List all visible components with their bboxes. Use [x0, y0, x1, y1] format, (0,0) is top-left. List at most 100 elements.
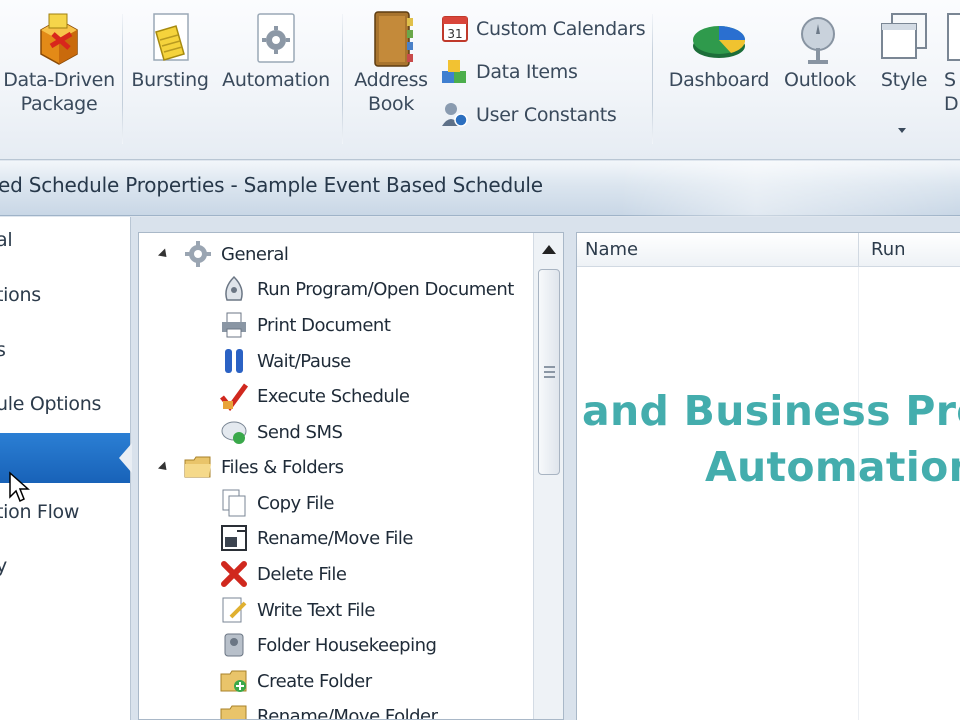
- nav-item-execution-flow[interactable]: tion Flow: [0, 501, 79, 523]
- printer-icon: [219, 310, 249, 340]
- tree-item-wait-pause[interactable]: Wait/Pause: [219, 346, 351, 376]
- tree-item-create-folder[interactable]: Create Folder: [219, 666, 372, 696]
- user-constants-icon: [440, 100, 470, 130]
- create-folder-icon: [219, 666, 249, 696]
- overlay-caption-line-2: Automation: [705, 443, 960, 491]
- pie-chart-icon: [691, 10, 747, 68]
- tree-item-label: Send SMS: [257, 421, 343, 443]
- window-title-bar: ed Schedule Properties - Sample Event Ba…: [0, 161, 960, 216]
- custom-calendars-label: Custom Calendars: [476, 18, 646, 40]
- nav-item-options[interactable]: tions: [0, 284, 41, 306]
- run-program-icon: [219, 274, 249, 304]
- scroll-up-arrow-icon[interactable]: [542, 245, 556, 254]
- style-label: Style: [880, 69, 928, 91]
- tree-item-label: Wait/Pause: [257, 350, 351, 372]
- tree-item-copy-file[interactable]: Copy File: [219, 488, 335, 518]
- tree-item-write-text-file[interactable]: Write Text File: [219, 595, 376, 625]
- automation-button[interactable]: Automation: [220, 10, 332, 92]
- data-items-label: Data Items: [476, 61, 578, 83]
- nav-item-history[interactable]: y: [0, 555, 7, 577]
- grip-line: [544, 376, 555, 378]
- tree-group-files-folders[interactable]: Files & Folders: [157, 452, 344, 482]
- tree-item-label: Print Document: [257, 314, 391, 336]
- expand-arrow-icon[interactable]: [157, 460, 171, 474]
- tree-group-label: Files & Folders: [221, 456, 344, 478]
- tree-item-label: Write Text File: [257, 599, 376, 621]
- partial-ribbon-button[interactable]: S D: [944, 10, 960, 116]
- dashboard-button[interactable]: Dashboard: [664, 10, 774, 92]
- tree-item-send-sms[interactable]: Send SMS: [219, 417, 343, 447]
- ribbon-separator: [652, 14, 653, 144]
- package-box-icon: [31, 10, 87, 68]
- bursting-label: Bursting: [131, 69, 209, 91]
- custom-calendars-button[interactable]: 31 Custom Calendars: [440, 14, 646, 44]
- write-file-icon: [219, 595, 249, 625]
- delete-x-icon: [219, 559, 249, 589]
- tree-item-label: Copy File: [257, 492, 335, 514]
- tree-item-label: Rename/Move File: [257, 527, 414, 549]
- address-book-button[interactable]: Address Book: [350, 10, 432, 116]
- outlook-button[interactable]: Outlook: [780, 10, 860, 92]
- housekeeping-icon: [219, 630, 249, 660]
- ribbon-toolbar: Data-Driven Package Bursting Automation …: [0, 0, 960, 160]
- column-header-run[interactable]: Run: [871, 239, 906, 260]
- tree-item-label: Execute Schedule: [257, 385, 410, 407]
- tree-item-label: Create Folder: [257, 670, 372, 692]
- ribbon-separator: [342, 14, 343, 144]
- grip-line: [544, 366, 555, 368]
- properties-body: al tions s ule Options tion Flow y: [0, 217, 960, 720]
- tree-item-rename-move-file[interactable]: Rename/Move File: [219, 523, 414, 553]
- nav-pointer-icon: [119, 443, 132, 473]
- task-tree: General Run Program/Open Document Print …: [138, 232, 564, 720]
- tree-item-label: Delete File: [257, 563, 347, 585]
- tree-group-general[interactable]: General: [157, 239, 289, 269]
- outlook-label: Outlook: [784, 69, 856, 91]
- style-dropdown-button[interactable]: Style: [868, 10, 940, 92]
- scrollbar-thumb[interactable]: [538, 269, 560, 475]
- tree-item-label: Run Program/Open Document: [257, 278, 514, 300]
- tree-item-print-document[interactable]: Print Document: [219, 310, 391, 340]
- overlay-caption-line-1: and Business Pro: [582, 387, 960, 435]
- data-driven-package-button[interactable]: Data-Driven Package: [2, 10, 116, 116]
- tree-item-rename-move-folder[interactable]: Rename/Move Folder: [219, 701, 438, 720]
- address-book-label-1: Address: [354, 69, 428, 91]
- partial-label-1: S: [944, 69, 956, 91]
- document-icon: [944, 10, 960, 68]
- nav-item-schedule-options[interactable]: ule Options: [0, 393, 101, 415]
- sms-icon: [219, 417, 249, 447]
- app-window: Data-Driven Package Bursting Automation …: [0, 0, 960, 720]
- title-glow: [620, 161, 960, 216]
- tree-item-label: Folder Housekeeping: [257, 634, 437, 656]
- ribbon-separator: [122, 14, 123, 144]
- column-header-name[interactable]: Name: [585, 239, 638, 260]
- mouse-cursor-icon: [8, 471, 30, 503]
- checkmark-icon: [219, 381, 249, 412]
- user-constants-button[interactable]: User Constants: [440, 100, 617, 130]
- tree-item-folder-housekeeping[interactable]: Folder Housekeeping: [219, 630, 437, 660]
- partial-label-2: D: [944, 93, 959, 115]
- data-driven-label-1: Data-Driven: [3, 69, 115, 91]
- tree-item-label: Rename/Move Folder: [257, 705, 438, 720]
- chevron-down-icon[interactable]: [898, 128, 906, 133]
- nav-item-general[interactable]: al: [0, 229, 13, 251]
- tree-item-run-program[interactable]: Run Program/Open Document: [219, 274, 514, 304]
- expand-arrow-icon[interactable]: [157, 247, 171, 261]
- tree-item-delete-file[interactable]: Delete File: [219, 559, 347, 589]
- column-divider[interactable]: [858, 233, 859, 267]
- burst-document-icon: [142, 10, 198, 68]
- nav-item-s[interactable]: s: [0, 339, 6, 361]
- tree-item-execute-schedule[interactable]: Execute Schedule: [219, 381, 410, 412]
- data-driven-label-2: Package: [20, 93, 98, 115]
- bursting-button[interactable]: Bursting: [128, 10, 212, 92]
- copy-file-icon: [219, 488, 249, 518]
- calendar-icon: 31: [440, 14, 470, 44]
- automation-label: Automation: [222, 69, 330, 91]
- data-items-button[interactable]: Data Items: [440, 57, 578, 87]
- svg-text:31: 31: [447, 27, 462, 41]
- pause-icon: [219, 346, 249, 376]
- user-constants-label: User Constants: [476, 104, 617, 126]
- data-items-icon: [440, 57, 470, 87]
- rename-file-icon: [219, 523, 249, 553]
- left-navigation: al tions s ule Options tion Flow y: [0, 217, 131, 720]
- tree-scrollbar[interactable]: [533, 233, 563, 719]
